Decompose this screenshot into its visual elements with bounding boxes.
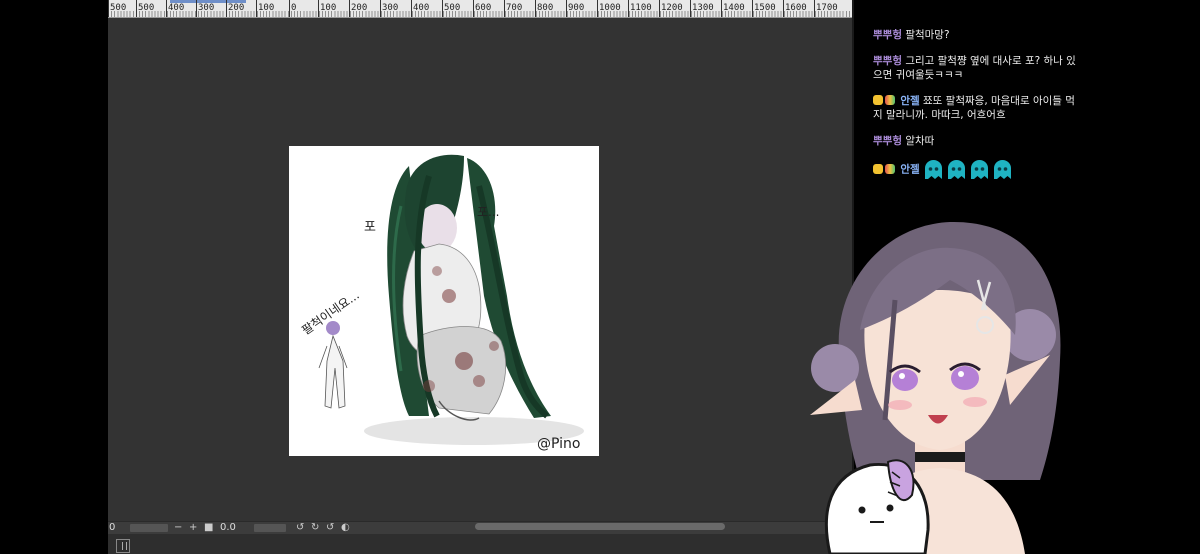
badge-yellow-icon [873, 163, 883, 174]
ruler-label: 1700 [814, 0, 838, 17]
fit-icon[interactable]: ■ [204, 522, 213, 534]
ruler-label: 1000 [597, 0, 621, 17]
zoom-in-button[interactable]: + [189, 522, 197, 534]
avatar-illustration [810, 221, 1061, 554]
ruler-label: 1200 [659, 0, 683, 17]
sfx-right-text: 포... [477, 205, 499, 219]
badge-rainbow-icon [885, 95, 895, 105]
chat-panel: 뿌뿌헝 팔척마망? 뿌뿌헝 그리고 팔척쨩 옆에 대사로 포? 하나 있으면 귀… [873, 28, 1083, 191]
ruler-label: 1100 [628, 0, 652, 17]
ghost-emote-icon [925, 160, 943, 179]
chat-username[interactable]: 뿌뿌헝 [873, 55, 902, 67]
chat-message: 뿌뿌헝 알차따 [873, 134, 1083, 148]
chat-message: 뿌뿌헝 그리고 팔척쨩 옆에 대사로 포? 하나 있으면 귀여울듯ㅋㅋㅋ [873, 54, 1083, 82]
rotation-slider[interactable] [254, 524, 286, 532]
reset-rotation-icon[interactable]: ↺ [326, 522, 334, 534]
horizontal-ruler: 500 500 400 300 200 100 0 100 200 300 40… [108, 0, 852, 18]
ruler-label: 700 [503, 0, 523, 17]
artwork-illustration: 포 포... 팔척이네요... @Pino [299, 154, 584, 452]
ruler-label: 0 [288, 0, 297, 17]
chat-message: 안젤 [873, 160, 1083, 179]
chat-username[interactable]: 뿌뿌헝 [873, 29, 902, 41]
zoom-value[interactable]: 0 [109, 522, 115, 534]
ruler-label: 100 [255, 0, 275, 17]
ghost-emote-icon [948, 160, 966, 179]
ruler-label: 600 [472, 0, 492, 17]
chat-username[interactable]: 안젤 [900, 164, 919, 176]
ruler-label: 400 [410, 0, 430, 17]
ruler-label: 200 [225, 0, 245, 17]
chat-message: 안젤 쬬또 팔척짜응, 마음대로 아이들 먹지 말라니까. 마따크, 어흐어흐 [873, 94, 1083, 122]
chat-username[interactable]: 뿌뿌헝 [873, 135, 902, 147]
vtuber-avatar [800, 210, 1200, 554]
ruler-label: 400 [165, 0, 185, 17]
ruler-label: 300 [195, 0, 215, 17]
zoom-slider[interactable] [130, 524, 168, 532]
drawing-app-window: 500 500 400 300 200 100 0 100 200 300 40… [108, 0, 852, 554]
left-black-bar [0, 0, 108, 554]
badge-rainbow-icon [885, 163, 895, 174]
ruler-label: 900 [565, 0, 585, 17]
ghost-emote-icon [994, 160, 1012, 179]
ruler-label: 1500 [752, 0, 776, 17]
ruler-label: 1400 [721, 0, 745, 17]
chat-message: 뿌뿌헝 팔척마망? [873, 28, 1083, 42]
ruler-label: 500 [441, 0, 461, 17]
artwork-canvas[interactable]: 포 포... 팔척이네요... @Pino [289, 146, 599, 456]
badge-yellow-icon [873, 95, 883, 105]
chat-text: 그리고 팔척쨩 옆에 대사로 포? 하나 있으면 귀여울듯ㅋㅋㅋ [873, 55, 1076, 81]
ghost-emote-icon [971, 160, 989, 179]
chat-username[interactable]: 안젤 [900, 95, 919, 107]
signature-text: @Pino [537, 436, 580, 452]
sfx-left-text: 포 [364, 220, 376, 235]
panel-toggle-icon[interactable] [116, 539, 130, 553]
ruler-label: 500 [108, 0, 127, 17]
ruler-label: 200 [348, 0, 368, 17]
rotate-left-icon[interactable]: ↺ [296, 522, 304, 534]
rotation-value[interactable]: 0.0 [220, 522, 236, 534]
ruler-label: 1300 [690, 0, 714, 17]
ruler-label: 100 [317, 0, 337, 17]
zoom-out-button[interactable]: − [174, 522, 182, 534]
chat-text: 팔척마망? [905, 29, 950, 41]
ruler-label: 300 [379, 0, 399, 17]
ruler-label: 1600 [783, 0, 807, 17]
rotate-right-icon[interactable]: ↻ [311, 522, 319, 534]
flip-icon[interactable]: ◐ [341, 522, 350, 534]
chat-text: 알차따 [905, 135, 935, 147]
ruler-label: 500 [135, 0, 155, 17]
horizontal-scrollbar[interactable] [475, 523, 725, 530]
ruler-label: 800 [534, 0, 554, 17]
bottom-toolbar [108, 534, 852, 554]
